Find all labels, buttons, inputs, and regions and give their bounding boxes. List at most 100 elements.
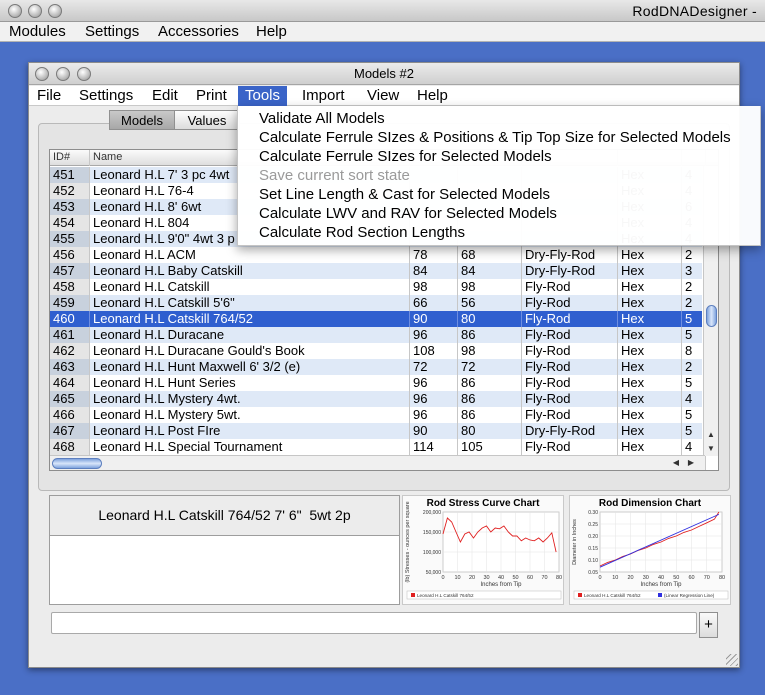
cell-id: 467 xyxy=(50,423,90,439)
table-row[interactable]: 463 Leonard H.L Hunt Maxwell 6' 3/2 (e) 72… xyxy=(50,359,706,375)
menu-print[interactable]: Print xyxy=(189,86,234,106)
table-row[interactable]: 461 Leonard H.L Duracane 96 86 Fly-Rod Hex 5 xyxy=(50,327,706,343)
zoom-window-icon[interactable] xyxy=(48,4,62,18)
menu-import[interactable]: Import xyxy=(295,86,352,106)
app-title: RodDNADesigner - xyxy=(632,3,757,19)
scroll-right-arrow-icon[interactable]: ▶ xyxy=(684,456,698,470)
table-row[interactable]: 460 Leonard H.L Catskill 764/52 90 80 Fly-Ro… xyxy=(50,311,706,327)
model-info-panel: Leonard H.L Catskill 764/52 7' 6" 5wt 2p xyxy=(49,495,400,605)
bottom-text-field[interactable] xyxy=(51,612,697,634)
cell-id: 462 xyxy=(50,343,90,359)
cell-type: Fly-Rod xyxy=(522,439,618,455)
app-menu-settings[interactable]: Settings xyxy=(85,23,139,40)
cell-id: 456 xyxy=(50,247,90,263)
cell-shape: Hex xyxy=(618,295,682,311)
close-window-icon[interactable] xyxy=(8,4,22,18)
app-menu-help[interactable]: Help xyxy=(256,23,287,40)
window-title-bar: Models #2 xyxy=(29,63,739,85)
menu-settings[interactable]: Settings xyxy=(72,86,140,106)
x-tick-label: 20 xyxy=(469,575,475,581)
cell-value: 105 xyxy=(458,439,522,455)
table-row[interactable]: 464 Leonard H.L Hunt Series 96 86 Fly-Rod Hex… xyxy=(50,375,706,391)
cell-name: Leonard H.L Post FIre xyxy=(90,423,410,439)
tools-menu-item[interactable]: Calculate Rod Section Lengths xyxy=(259,225,465,241)
table-row[interactable]: 459 Leonard H.L Catskill 5'6" 66 56 Fly-Rod H… xyxy=(50,295,706,311)
y-axis-label: (lb) Stresses - ounces per square xyxy=(405,501,411,582)
app-menu-accessories[interactable]: Accessories xyxy=(158,23,239,40)
selected-model-caption: Leonard H.L Catskill 764/52 7' 6" 5wt 2p xyxy=(50,496,399,536)
cell-name: Leonard H.L Catskill 764/52 xyxy=(90,311,410,327)
cell-id: 457 xyxy=(50,263,90,279)
tab-values[interactable]: Values xyxy=(174,110,240,130)
cell-value: 84 xyxy=(458,263,522,279)
tools-menu-item[interactable]: Validate All Models xyxy=(259,111,385,127)
horizontal-scroll-thumb[interactable] xyxy=(52,458,102,469)
y-tick-label: 0.25 xyxy=(588,522,598,528)
table-row[interactable]: 458 Leonard H.L Catskill 98 98 Fly-Rod Hex 2 xyxy=(50,279,706,295)
cell-value: 98 xyxy=(458,279,522,295)
tools-menu-item[interactable]: Calculate Ferrule SIzes & Positions & Ti… xyxy=(259,130,731,146)
minimize-window-icon[interactable] xyxy=(28,4,42,18)
menu-edit[interactable]: Edit xyxy=(145,86,185,106)
cell-shape: Hex xyxy=(618,423,682,439)
table-row[interactable]: 467 Leonard H.L Post FIre 90 80 Dry-Fly-Rod H… xyxy=(50,423,706,439)
menu-file[interactable]: File xyxy=(30,86,68,106)
column-header-id[interactable]: ID# xyxy=(50,150,90,166)
vertical-scroll-thumb[interactable] xyxy=(706,305,717,327)
cell-length: 108 xyxy=(410,343,458,359)
menu-view[interactable]: View xyxy=(360,86,406,106)
cell-length: 78 xyxy=(410,247,458,263)
cell-shape: Hex xyxy=(618,279,682,295)
x-tick-label: 30 xyxy=(643,575,649,581)
table-row[interactable]: 466 Leonard H.L Mystery 5wt. 96 86 Fly-Rod He… xyxy=(50,407,706,423)
scroll-up-arrow-icon[interactable]: ▲ xyxy=(704,428,718,442)
cell-id: 453 xyxy=(50,199,90,215)
menu-help[interactable]: Help xyxy=(410,86,455,106)
table-row[interactable]: 456 Leonard H.L ACM 78 68 Dry-Fly-Rod Hex 2 xyxy=(50,247,706,263)
x-tick-label: 10 xyxy=(612,575,618,581)
y-tick-label: 0.20 xyxy=(588,534,598,540)
tab-models[interactable]: Models xyxy=(109,110,175,130)
y-tick-label: 200,000 xyxy=(423,510,441,516)
tools-dropdown-menu: Validate All Models Calculate Ferrule SIz… xyxy=(237,106,761,246)
cell-id: 451 xyxy=(50,167,90,183)
table-row[interactable]: 462 Leonard H.L Duracane Gould's Book 108 9… xyxy=(50,343,706,359)
scroll-left-arrow-icon[interactable]: ◀ xyxy=(669,456,683,470)
cell-shape: Hex xyxy=(618,359,682,375)
resize-grip-icon[interactable] xyxy=(726,654,738,666)
x-axis-label: Inches from Tip xyxy=(480,582,522,588)
app-menu-modules[interactable]: Modules xyxy=(9,23,66,40)
cell-type: Fly-Rod xyxy=(522,311,618,327)
cell-name: Leonard H.L ACM xyxy=(90,247,410,263)
x-tick-label: 70 xyxy=(704,575,710,581)
cell-name: Leonard H.L Baby Catskill xyxy=(90,263,410,279)
legend-swatch xyxy=(658,593,662,597)
app-menubar: Modules Settings Accessories Help xyxy=(0,22,765,42)
tools-menu-item[interactable]: Calculate Ferrule SIzes for Selected Mod… xyxy=(259,149,552,165)
y-tick-label: 50,000 xyxy=(426,570,442,576)
table-row[interactable]: 468 Leonard H.L Special Tournament 114 105 F… xyxy=(50,439,706,455)
cell-shape: Hex xyxy=(618,311,682,327)
y-axis-label: Diameter in Inches xyxy=(572,519,578,565)
tools-menu-item[interactable]: Calculate LWV and RAV for Selected Model… xyxy=(259,206,557,222)
table-row[interactable]: 465 Leonard H.L Mystery 4wt. 96 86 Fly-Rod He… xyxy=(50,391,706,407)
x-tick-label: 60 xyxy=(527,575,533,581)
cell-shape: Hex xyxy=(618,439,682,455)
add-button[interactable]: + xyxy=(699,612,718,638)
tools-menu-item[interactable]: Set Line Length & Cast for Selected Mode… xyxy=(259,187,550,203)
cell-shape: Hex xyxy=(618,391,682,407)
cell-id: 460 xyxy=(50,311,90,327)
cell-type: Fly-Rod xyxy=(522,343,618,359)
table-row[interactable]: 457 Leonard H.L Baby Catskill 84 84 Dry-Fly-… xyxy=(50,263,706,279)
cell-type: Fly-Rod xyxy=(522,359,618,375)
scroll-down-arrow-icon[interactable]: ▼ xyxy=(704,442,718,456)
cell-value: 86 xyxy=(458,391,522,407)
x-tick-label: 20 xyxy=(627,575,633,581)
horizontal-scrollbar[interactable]: ◀ ▶ xyxy=(50,455,705,470)
x-tick-label: 60 xyxy=(688,575,694,581)
menu-tools[interactable]: Tools xyxy=(238,86,288,106)
cell-name: Leonard H.L Hunt Maxwell 6' 3/2 (e) xyxy=(90,359,410,375)
cell-shape: Hex xyxy=(618,343,682,359)
cell-value: 80 xyxy=(458,423,522,439)
cell-value: 80 xyxy=(458,311,522,327)
